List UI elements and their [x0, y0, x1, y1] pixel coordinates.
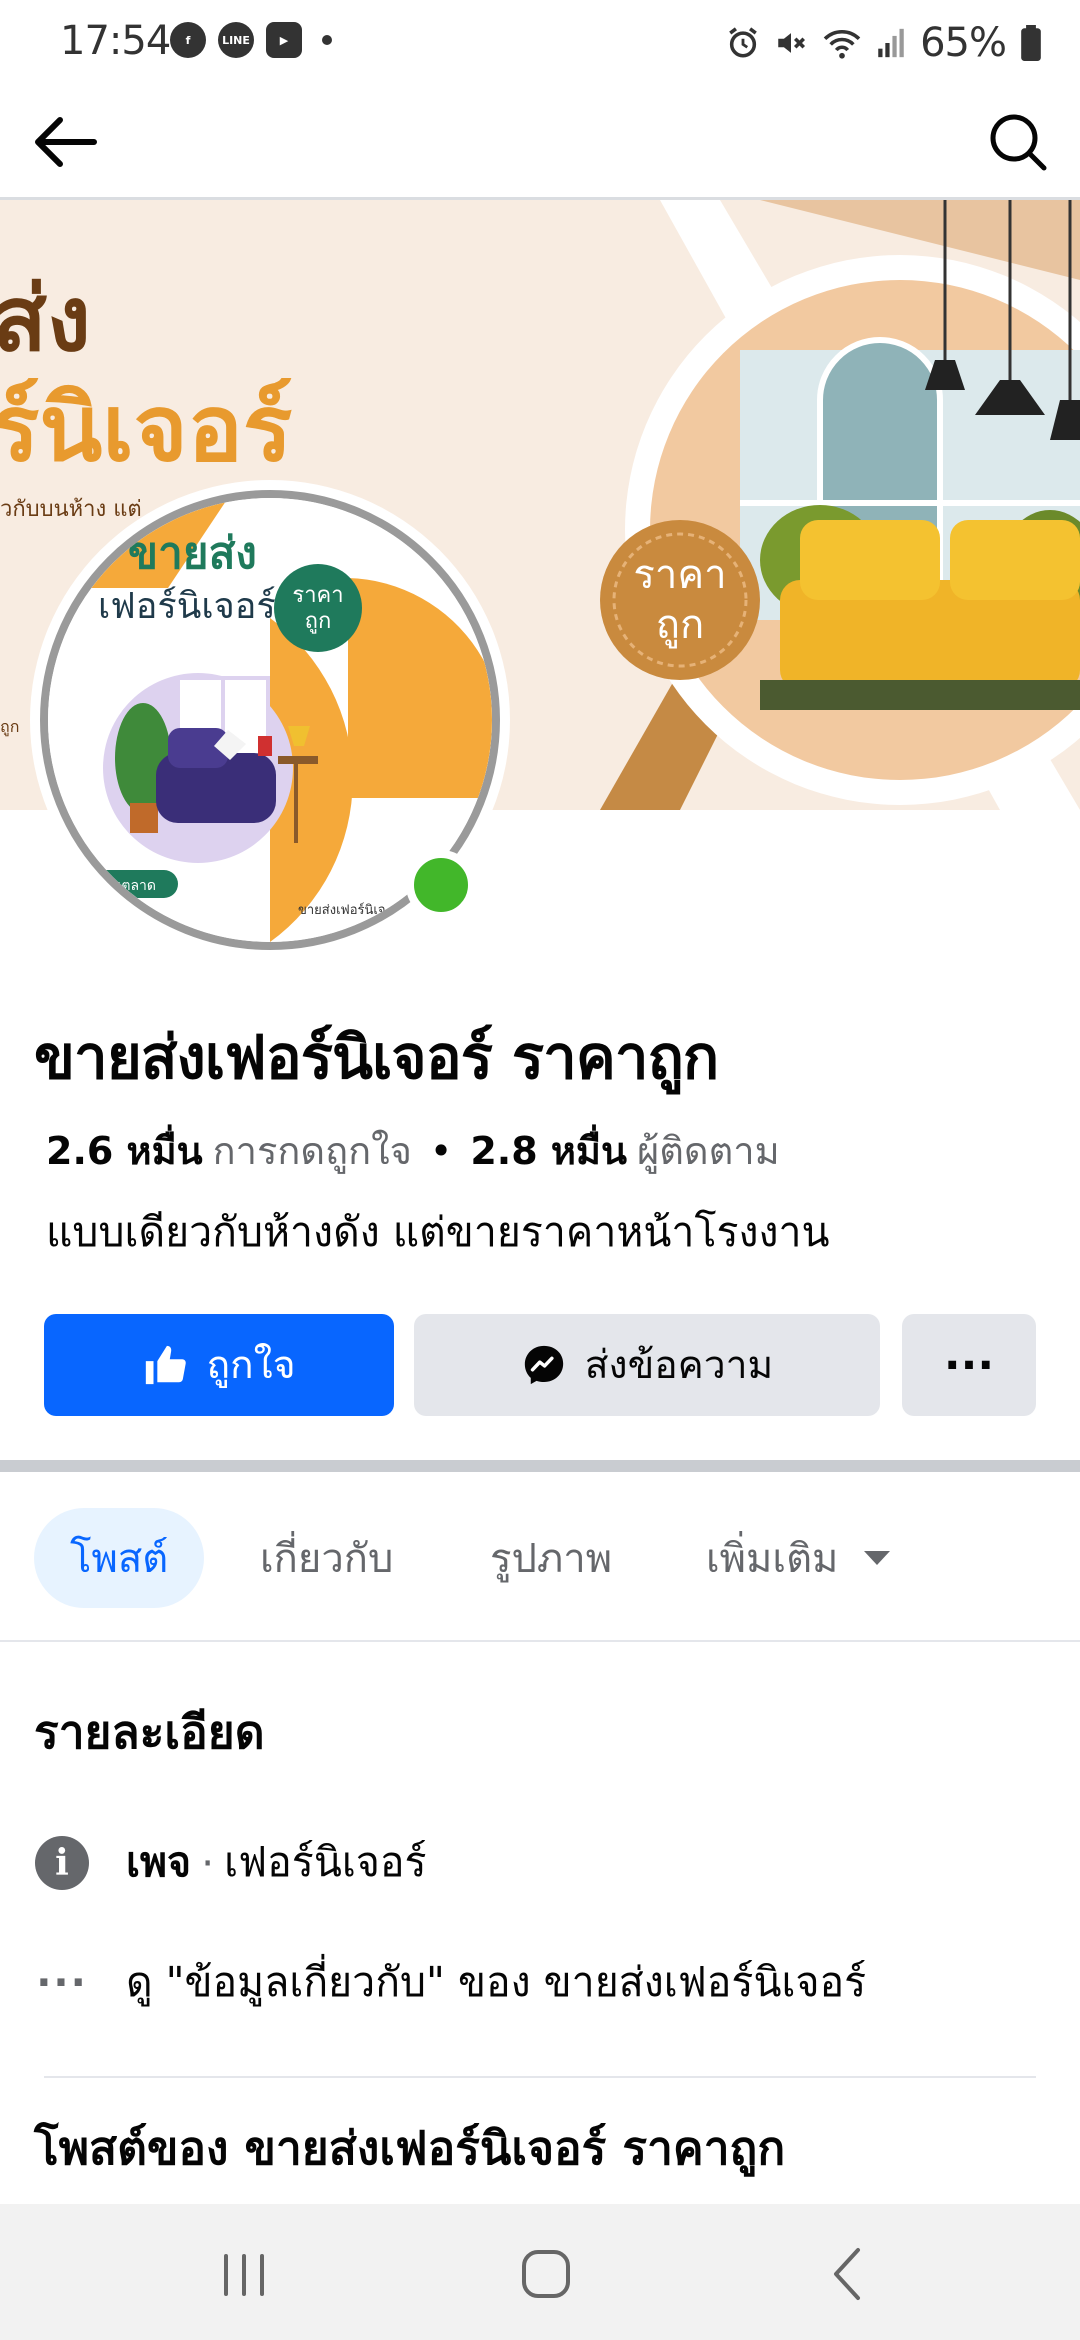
battery-icon	[1021, 25, 1041, 61]
category-separator: ·	[201, 1838, 215, 1887]
likes-label: การกดถูกใจ	[212, 1129, 412, 1173]
messenger-icon	[524, 1345, 563, 1385]
arrow-left-icon	[35, 117, 97, 167]
see-about-link[interactable]: ดู "ข้อมูลเกี่ยวกับ" ของ ขายส่งเฟอร์นิเจ…	[126, 1950, 866, 2015]
message-button-label: ส่งข้อความ	[584, 1343, 774, 1388]
stats-separator: •	[429, 1129, 453, 1173]
wifi-icon	[823, 29, 861, 59]
tab-about-label: เกี่ยวกับ	[260, 1536, 394, 1582]
tab-about[interactable]: เกี่ยวกับ	[260, 1508, 393, 1608]
cover-side-text: ถูก	[0, 717, 19, 737]
thumbs-up-icon	[146, 1345, 187, 1385]
page-bio: แบบเดียวกับห้างดัง แต่ขายราคาหน้าโรงงาน	[46, 1208, 830, 1256]
search-button[interactable]	[986, 110, 1050, 174]
message-button[interactable]: ส่งข้อความ	[414, 1314, 880, 1416]
notification-icons: f LINE ▶	[170, 22, 332, 58]
info-icon: i	[35, 1835, 89, 1890]
details-divider	[44, 2076, 1036, 2078]
cover-headline-1: ส่ง	[0, 267, 91, 372]
see-about-row[interactable]: ··· ดู "ข้อมูลเกี่ยวกับ" ของ ขายส่งเฟอร์…	[34, 1950, 866, 2015]
cover-subline: วกับบนห้าง แต่	[0, 497, 142, 522]
recents-button[interactable]	[204, 2234, 284, 2314]
page-title: ขายส่งเฟอร์นิเจอร์ ราคาถูก	[34, 1023, 719, 1093]
tab-photos-label: รูปภาพ	[490, 1536, 613, 1582]
facebook-icon: f	[170, 22, 206, 58]
status-time: 17:54	[60, 18, 171, 64]
caret-down-icon	[864, 1551, 891, 1565]
avatar-title-1: ขายส่ง	[128, 528, 257, 579]
avatar-badge-line-2: ถูก	[305, 609, 332, 634]
avatar-pill: ถูกในตลาด	[88, 877, 156, 894]
cover-headline-2: ร์นิเจอร์	[0, 375, 292, 482]
signal-icon	[878, 28, 904, 58]
page-type-label: เพจ	[126, 1838, 192, 1886]
page-category-row: i เพจ · เฟอร์นิเจอร์	[34, 1830, 427, 1895]
system-nav-bar	[0, 2204, 1080, 2340]
search-icon	[990, 114, 1047, 171]
avatar-tiny: ราคา	[110, 907, 131, 917]
nav-back-button[interactable]	[808, 2234, 888, 2314]
home-icon	[522, 2250, 570, 2298]
details-heading: รายละเอียด	[34, 1705, 265, 1759]
avatar-title-2: เฟอร์นิเจอร์	[98, 586, 276, 627]
app-header	[0, 84, 1080, 200]
avatar-badge-line-1: ราคา	[292, 583, 343, 608]
recents-icon	[224, 2254, 264, 2296]
likes-count: 2.6 หมื่น	[46, 1129, 203, 1173]
posts-heading: โพสต์ของ ขายส่งเฟอร์นิเจอร์ ราคาถูก	[34, 2121, 786, 2175]
media-icon: ▶	[266, 22, 302, 58]
tab-posts-label: โพสต์	[70, 1536, 169, 1582]
system-icons: 65%	[726, 20, 1042, 66]
tab-posts[interactable]: โพสต์	[34, 1508, 205, 1608]
more-dots-icon: ···	[36, 1959, 88, 2006]
page-tabs: โพสต์ เกี่ยวกับ รูปภาพ เพิ่มเติม	[0, 1472, 1080, 1642]
cover-badge-line-2: ถูก	[656, 602, 704, 648]
line-icon: LINE	[218, 22, 254, 58]
mute-icon	[778, 33, 806, 53]
tab-more[interactable]: เพิ่มเติม	[706, 1508, 891, 1608]
cover-badge-line-1: ราคา	[633, 552, 726, 598]
alarm-icon	[729, 27, 757, 58]
more-actions-button[interactable]: ···	[902, 1314, 1036, 1416]
home-button[interactable]	[506, 2234, 586, 2314]
tab-photos[interactable]: รูปภาพ	[490, 1508, 612, 1608]
page-stats[interactable]: 2.6 หมื่น การกดถูกใจ • 2.8 หมื่น ผู้ติดต…	[46, 1120, 780, 1181]
online-status-indicator	[406, 850, 476, 920]
tab-more-label: เพิ่มเติม	[706, 1536, 839, 1582]
more-notifications-dot	[322, 35, 332, 45]
more-dots-icon: ···	[943, 1339, 995, 1391]
followers-label: ผู้ติดตาม	[636, 1129, 780, 1173]
avatar-footer: ขายส่งเฟอร์นิเจ	[298, 902, 385, 918]
like-button[interactable]: ถูกใจ	[44, 1314, 394, 1416]
page-category: เฟอร์นิเจอร์	[224, 1838, 427, 1886]
battery-percent: 65%	[920, 20, 1007, 66]
back-button[interactable]	[30, 112, 100, 172]
back-icon	[834, 2248, 860, 2300]
followers-count: 2.8 หมื่น	[470, 1129, 627, 1173]
status-bar: 17:54 f LINE ▶ 65%	[0, 0, 1080, 84]
section-divider	[0, 1460, 1080, 1472]
like-button-label: ถูกใจ	[206, 1343, 296, 1388]
